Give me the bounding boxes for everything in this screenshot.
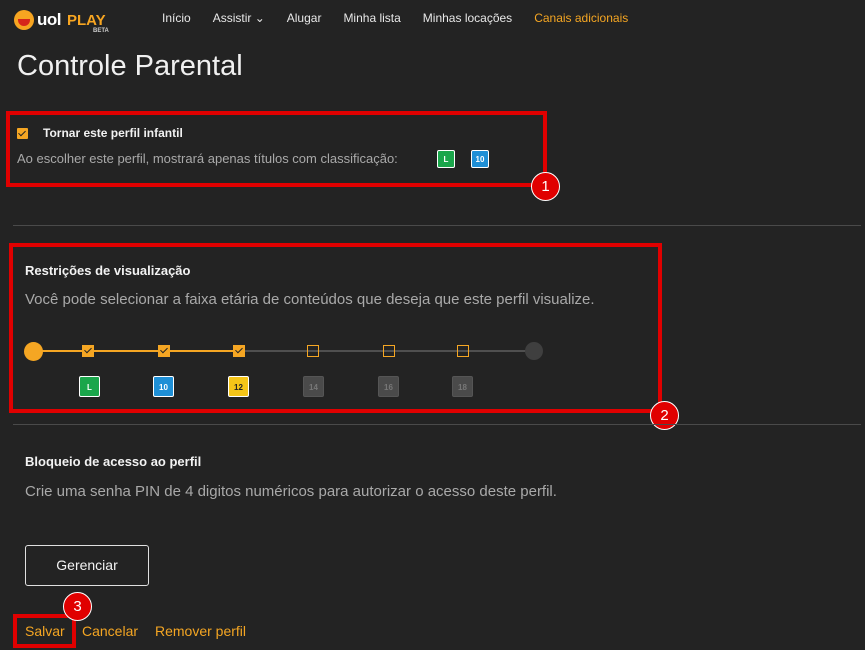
restrictions-description: Você pode selecionar a faixa etária de c… [25, 291, 595, 308]
logo-play-label: PLAY [67, 11, 106, 29]
manage-pin-button[interactable]: Gerenciar [25, 545, 149, 586]
annotation-badge-1: 1 [531, 172, 560, 201]
logo-uol-text: uol [37, 10, 62, 29]
restrictions-title: Restrições de visualização [25, 263, 191, 278]
logo-play-text: PLAY BETA [67, 11, 109, 34]
restriction-rating-14: 14 [303, 376, 324, 397]
restriction-rating-16: 16 [378, 376, 399, 397]
age-node-10[interactable] [158, 345, 170, 357]
section-divider [13, 424, 861, 425]
profile-lock-description: Crie uma senha PIN de 4 digitos numérico… [25, 483, 557, 500]
annotation-box-1 [6, 111, 547, 187]
restriction-rating-l: L [79, 376, 100, 397]
cancel-button[interactable]: Cancelar [82, 623, 138, 639]
restriction-rating-12: 12 [228, 376, 249, 397]
age-node-14[interactable] [307, 345, 319, 357]
kids-profile-checkbox[interactable] [17, 128, 28, 139]
kids-profile-description: Ao escolher este perfil, mostrará apenas… [17, 151, 398, 166]
age-slider-handle[interactable] [24, 342, 43, 361]
age-node-12[interactable] [233, 345, 245, 357]
annotation-badge-3: 3 [63, 592, 92, 621]
kids-profile-label: Tornar este perfil infantil [43, 126, 183, 140]
age-node-18[interactable] [457, 345, 469, 357]
page-title: Controle Parental [17, 50, 243, 82]
rating-badge-10: 10 [471, 150, 489, 168]
age-node-16[interactable] [383, 345, 395, 357]
save-button[interactable]: Salvar [25, 623, 65, 639]
profile-lock-title: Bloqueio de acesso ao perfil [25, 454, 202, 469]
rating-badge-l: L [437, 150, 455, 168]
section-divider [13, 225, 861, 226]
nav-minhas-locacoes[interactable]: Minhas locações [423, 11, 512, 25]
age-node-l[interactable] [82, 345, 94, 357]
age-slider-end [525, 342, 543, 360]
uol-play-logo[interactable]: uol PLAY BETA [14, 6, 109, 34]
nav-inicio[interactable]: Início [162, 11, 191, 25]
remove-profile-button[interactable]: Remover perfil [155, 623, 246, 639]
age-slider-track-active [34, 350, 239, 352]
nav-alugar[interactable]: Alugar [287, 11, 322, 25]
logo-beta-label: BETA [93, 27, 109, 34]
uol-sun-icon [14, 10, 34, 30]
restriction-rating-10: 10 [153, 376, 174, 397]
nav-minha-lista[interactable]: Minha lista [343, 11, 400, 25]
nav-assistir[interactable]: Assistir ⌄ [213, 11, 265, 25]
annotation-badge-2: 2 [650, 401, 679, 430]
nav-canais-adicionais[interactable]: Canais adicionais [534, 11, 628, 25]
main-nav: Início Assistir ⌄ Alugar Minha lista Min… [162, 11, 650, 25]
restriction-rating-18: 18 [452, 376, 473, 397]
